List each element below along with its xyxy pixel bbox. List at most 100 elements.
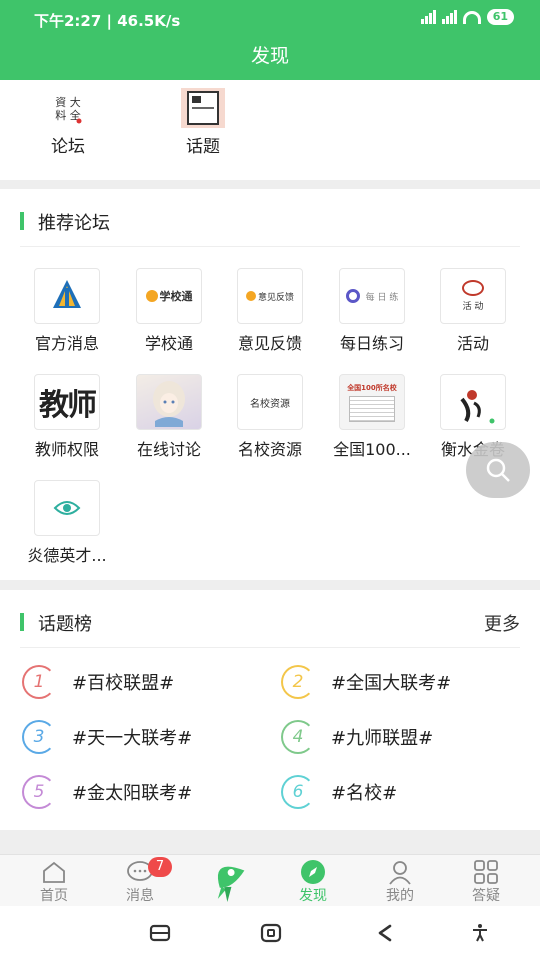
famous-school-icon: 名校资源 — [237, 374, 303, 430]
topic-item-4[interactable]: 4 #九师联盟# — [281, 717, 433, 757]
tile-text: 名校资源 — [250, 398, 290, 410]
forum-label: 意见反馈 — [237, 334, 302, 353]
rank-badge: 2 — [281, 665, 315, 699]
signal-icon-2 — [441, 10, 457, 24]
topic-item-6[interactable]: 6 #名校# — [281, 772, 397, 812]
grid-qa-icon — [446, 859, 526, 885]
forum-item-feedback[interactable]: 意见反馈 意见反馈 — [219, 268, 321, 354]
forum-label: 炎德英才... — [27, 546, 107, 565]
forum-label: 在线讨论 — [136, 440, 201, 459]
topic-name: #天一大联考# — [72, 728, 193, 749]
accessibility-icon[interactable] — [470, 923, 490, 943]
forum-item-school[interactable]: 学校通 学校通 — [118, 268, 220, 354]
daily-practice-icon: 每 日 练 — [339, 268, 405, 324]
back-icon[interactable] — [374, 923, 396, 943]
rank-badge: 5 — [22, 775, 56, 809]
tab-label: 答疑 — [472, 888, 500, 904]
forum-label: 全国100... — [333, 440, 411, 459]
discover-screen: 下午2:27 | 46.5K/s 61 发现 資 大料 全 论坛 话题 推荐论坛 — [0, 0, 540, 960]
forum-label: 学校通 — [144, 334, 193, 353]
national-100-icon: 全国100所名校 — [339, 374, 405, 430]
topic-item-5[interactable]: 5 #金太阳联考# — [22, 772, 192, 812]
activity-icon: 活 动 — [440, 268, 506, 324]
quick-label-forum: 论坛 — [51, 137, 85, 157]
signal-icon — [420, 10, 436, 24]
topic-item-3[interactable]: 3 #天一大联考# — [22, 717, 192, 757]
forum-item-activity[interactable]: 活 动 活动 — [422, 268, 524, 354]
hengshui-icon — [440, 374, 506, 430]
more-link[interactable]: 更多 — [484, 610, 520, 636]
home-nav-icon[interactable] — [260, 923, 282, 943]
rank-badge: 6 — [281, 775, 315, 809]
floating-search-button[interactable] — [466, 442, 530, 498]
yande-icon — [34, 480, 100, 536]
recent-apps-icon[interactable] — [149, 923, 171, 943]
section-header: 话题榜 更多 — [20, 608, 520, 648]
unread-badge: 7 — [148, 857, 172, 877]
feedback-icon: 意见反馈 — [237, 268, 303, 324]
section-accent-bar — [20, 613, 24, 631]
tile-text: 活 动 — [462, 302, 484, 312]
tile-text: 学校通 — [159, 290, 193, 303]
tab-label: 消息 — [126, 888, 154, 904]
tab-label: 我的 — [386, 888, 414, 904]
tile-text: 全国100所名校 — [347, 383, 397, 392]
rocket-tab-button[interactable] — [196, 854, 260, 910]
forum-calligraphy-icon: 資 大料 全 — [46, 88, 90, 128]
forum-item-teacher[interactable]: 教师 教师权限 — [16, 374, 118, 460]
quick-item-topic[interactable]: 话题 — [153, 80, 253, 157]
topic-name: #九师联盟# — [331, 728, 434, 749]
quick-entry-card: 資 大料 全 论坛 话题 — [0, 80, 540, 180]
home-icon — [14, 859, 94, 885]
tab-discover[interactable]: 发现 — [273, 859, 353, 905]
system-nav-bar — [0, 906, 540, 960]
tab-home[interactable]: 首页 — [14, 859, 94, 905]
wifi-icon — [462, 10, 481, 24]
status-time: 下午2:27 | 46.5K/s — [34, 12, 181, 30]
forum-label: 每日练习 — [339, 334, 404, 353]
forum-label: 官方消息 — [34, 334, 99, 353]
anime-girl-icon — [136, 374, 202, 430]
forum-label: 活动 — [456, 334, 489, 353]
forum-label: 名校资源 — [237, 440, 302, 459]
rank-badge: 4 — [281, 720, 315, 754]
rank-badge: 3 — [22, 720, 56, 754]
topic-item-1[interactable]: 1 #百校联盟# — [22, 662, 174, 702]
tab-messages[interactable]: 消息 7 — [100, 857, 180, 905]
section-header: 推荐论坛 — [20, 207, 520, 247]
forum-item-online[interactable]: 在线讨论 — [118, 374, 220, 460]
forum-item-official[interactable]: 官方消息 — [16, 268, 118, 354]
topic-ranking-card: 话题榜 更多 1 #百校联盟# 2 #全国大联考# 3 #天一大联考# 4 #九… — [0, 590, 540, 830]
svg-text:資 大: 資 大 — [55, 95, 81, 109]
status-icons: 61 — [420, 9, 514, 25]
forum-item-national[interactable]: 全国100所名校 全国100... — [321, 374, 423, 460]
tile-text: 每 日 练 — [365, 292, 399, 303]
quick-label-topic: 话题 — [186, 137, 220, 157]
topic-name: #名校# — [331, 783, 398, 804]
tab-qa[interactable]: 答疑 — [446, 859, 526, 905]
topic-name: #金太阳联考# — [72, 783, 193, 804]
rocket-icon — [217, 866, 245, 902]
section-title: 推荐论坛 — [38, 213, 110, 234]
rank-badge: 1 — [22, 665, 56, 699]
forum-item-daily[interactable]: 每 日 练 每日练习 — [321, 268, 423, 354]
discover-compass-icon — [273, 859, 353, 885]
quick-item-forum[interactable]: 資 大料 全 论坛 — [18, 80, 118, 157]
topic-item-2[interactable]: 2 #全国大联考# — [281, 662, 451, 702]
official-logo-icon — [34, 268, 100, 324]
forum-item-famous[interactable]: 名校资源 名校资源 — [219, 374, 321, 460]
topic-name: #全国大联考# — [331, 673, 452, 694]
tab-label: 发现 — [299, 888, 327, 904]
recommended-forums-card: 推荐论坛 官方消息 学校通 学校通 意见反馈 意见反馈 每 日 练 每日练习 活… — [0, 189, 540, 580]
battery-icon: 61 — [486, 9, 514, 25]
tab-profile[interactable]: 我的 — [360, 859, 440, 905]
tile-text: 意见反馈 — [257, 292, 294, 303]
search-icon — [486, 458, 510, 482]
teacher-icon: 教师 — [34, 374, 100, 430]
tab-label: 首页 — [40, 888, 68, 904]
profile-icon — [360, 859, 440, 885]
section-title: 话题榜 — [38, 614, 92, 635]
page-title: 发现 — [250, 45, 289, 67]
forum-item-yande[interactable]: 炎德英才... — [16, 480, 118, 566]
forum-label: 教师权限 — [34, 440, 99, 459]
